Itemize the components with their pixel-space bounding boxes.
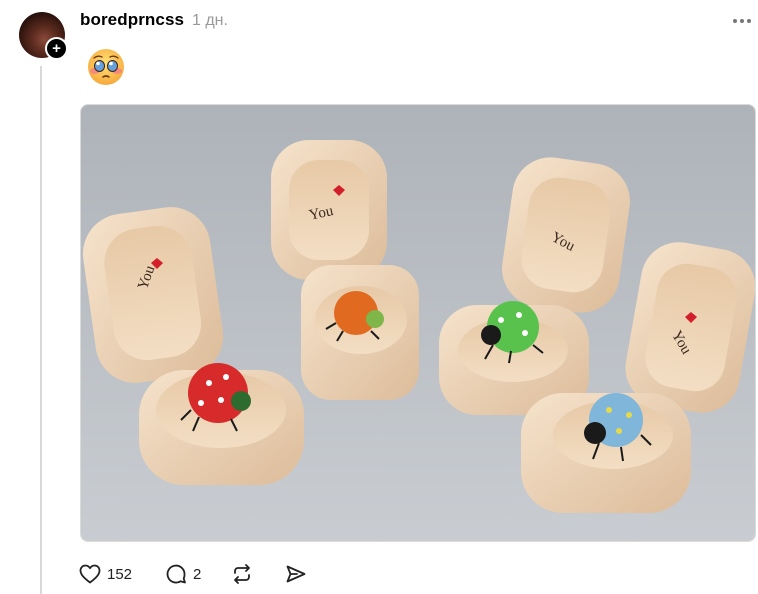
username[interactable]: boredprncss (80, 10, 184, 30)
avatar-container[interactable]: + (19, 12, 68, 60)
repost-button[interactable] (230, 560, 254, 588)
pleading-face-emoji-icon (88, 49, 124, 85)
more-options-icon[interactable] (733, 19, 751, 23)
post-image[interactable]: You You You You (80, 104, 756, 542)
follow-plus-icon[interactable]: + (45, 37, 68, 60)
like-button[interactable]: 152 (78, 560, 138, 588)
ladybug-boxes-photo: You You You You (81, 105, 755, 541)
like-count: 152 (107, 565, 133, 583)
comment-icon (166, 564, 186, 584)
post-time[interactable]: 1 дн. (192, 12, 228, 30)
share-button[interactable] (284, 560, 308, 588)
heart-icon (79, 564, 101, 584)
repost-icon (234, 564, 250, 584)
reply-count: 2 (193, 565, 202, 583)
reply-button[interactable]: 2 (164, 560, 204, 588)
send-icon (286, 565, 306, 583)
thread-line (40, 66, 42, 594)
